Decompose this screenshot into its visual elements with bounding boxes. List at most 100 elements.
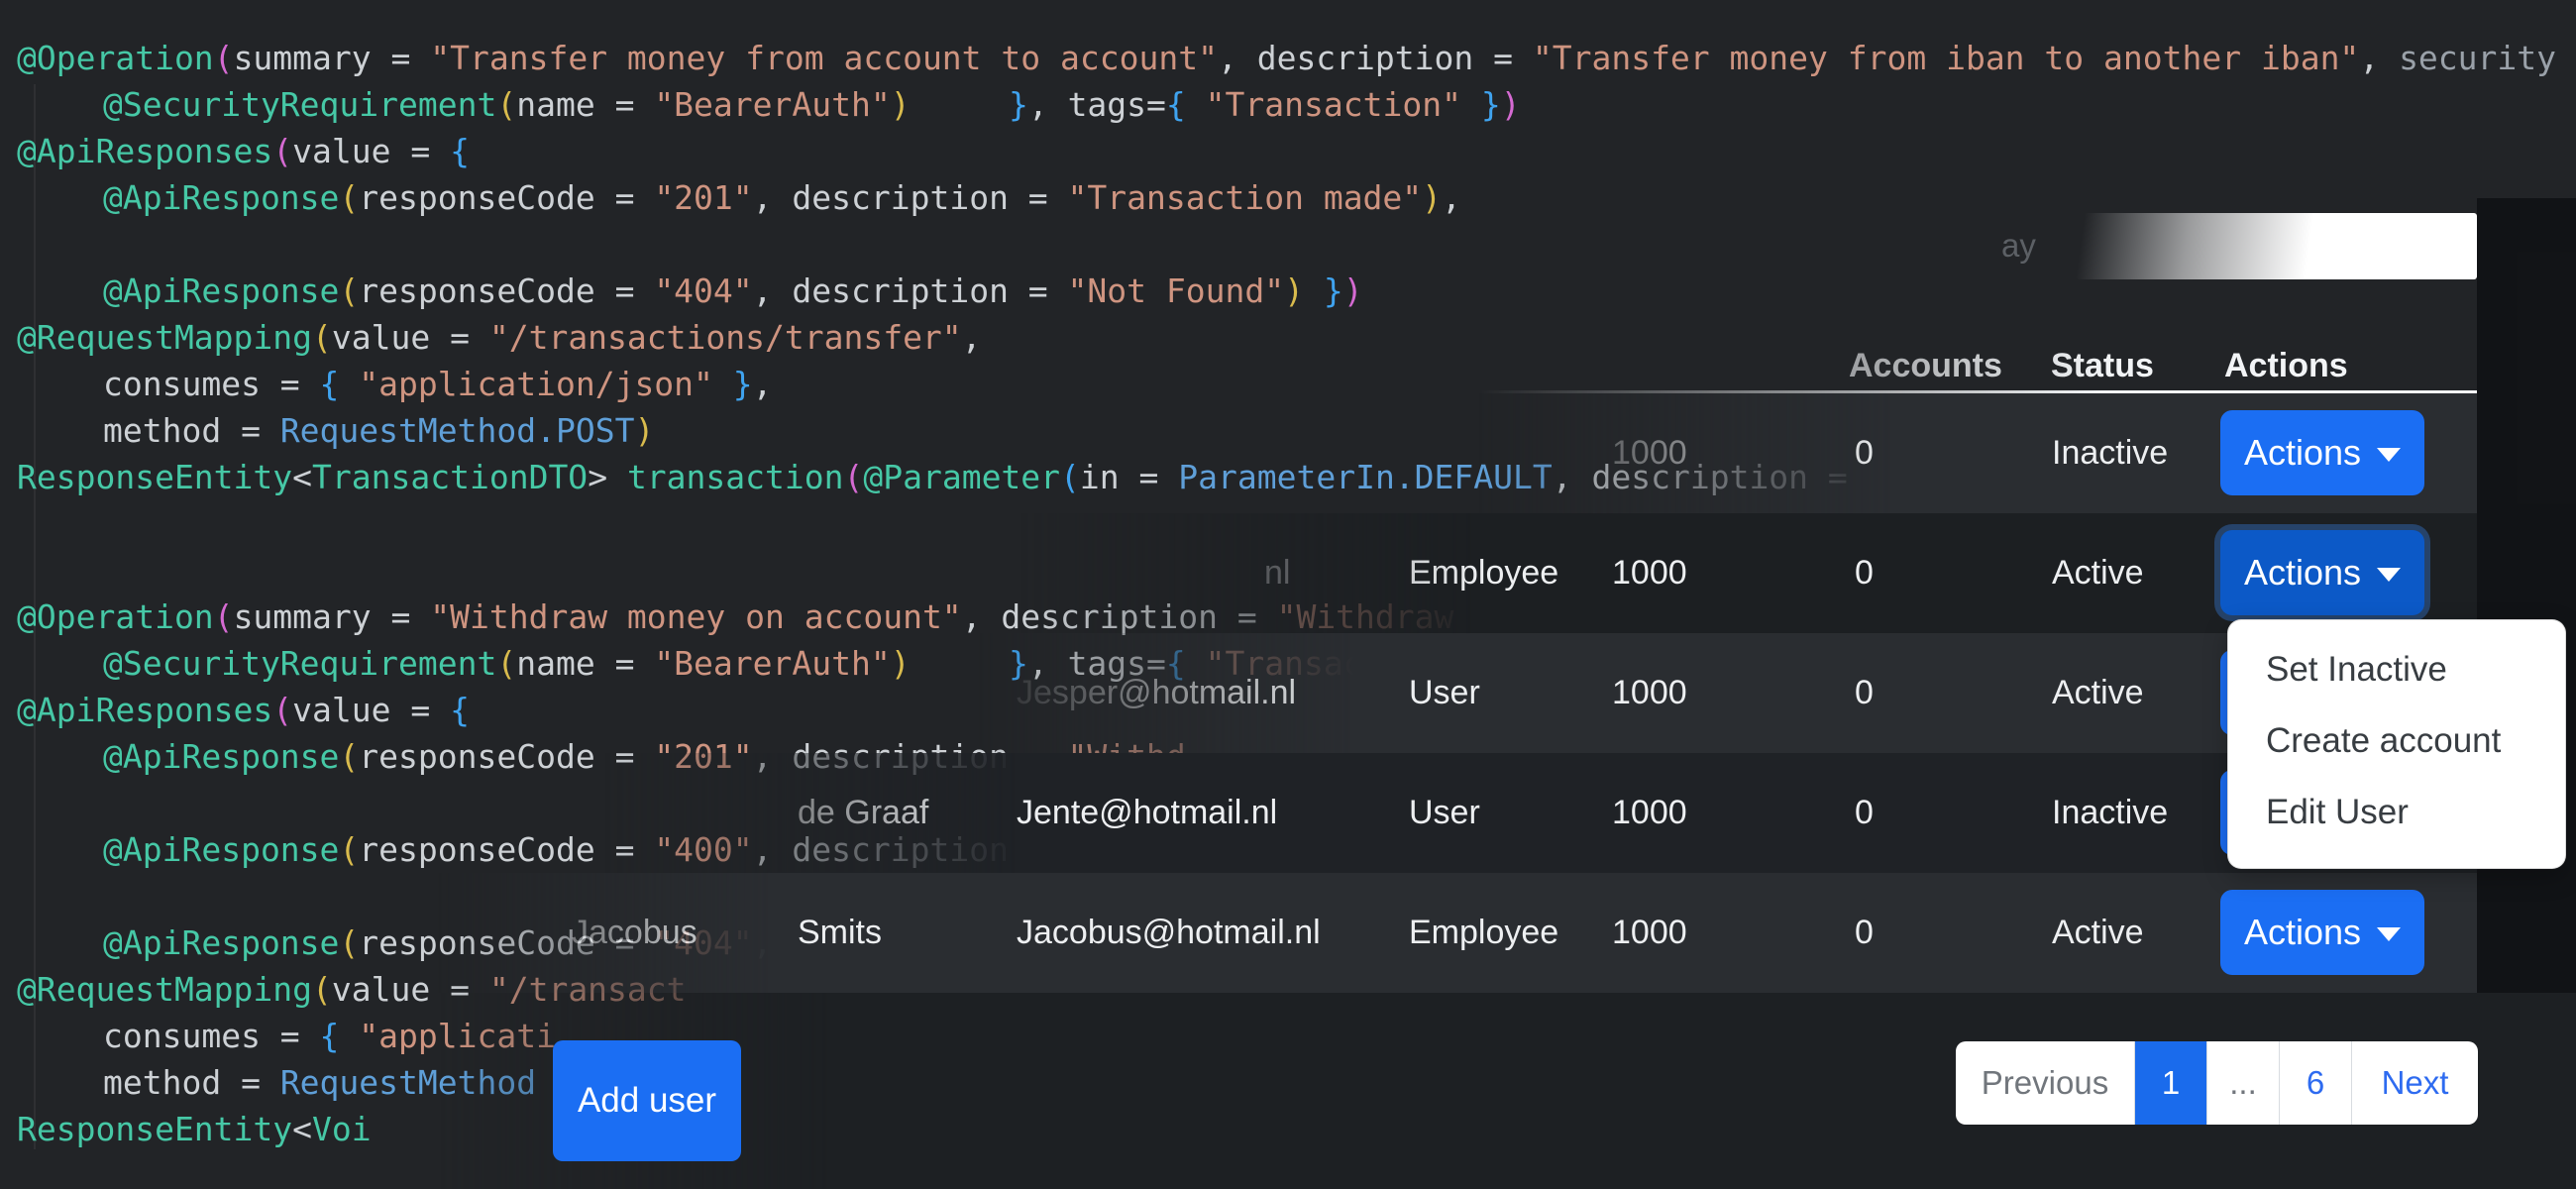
page-prev[interactable]: Previous [1956, 1041, 2135, 1125]
code-token: } [1008, 85, 1028, 124]
code-token: ) [890, 85, 911, 124]
actions-button-row-5[interactable]: Actions [2220, 890, 2424, 975]
code-token: value = [292, 132, 451, 170]
code-token: consumes = [103, 1017, 320, 1055]
code-token: } [1323, 271, 1343, 310]
add-user-button[interactable]: Add user [553, 1040, 741, 1161]
code-token: { [450, 132, 470, 170]
actions-button-label: Actions [2243, 912, 2362, 952]
code-token: ( [496, 85, 517, 124]
code-token: "Transaction" [1205, 85, 1461, 124]
cell-first-name: Jacobus [572, 914, 698, 951]
cell-role: User [1409, 674, 1480, 711]
code-token: name = [516, 85, 655, 124]
cell-limit: 1000 [1612, 434, 1687, 472]
table-row-1: 1000 0 Inactive Actions [396, 393, 2477, 513]
status-badge: Inactive [2052, 794, 2169, 831]
code-token: ( [312, 318, 332, 357]
cell-limit: 1000 [1612, 554, 1687, 592]
code-token: { [319, 365, 340, 403]
actions-button-label: Actions [2243, 432, 2362, 473]
code-token: ( [339, 737, 360, 776]
cell-accounts: 0 [1855, 434, 1874, 472]
table-row-2: nl Employee 1000 0 Active Actions [396, 513, 2477, 633]
screen: @Operation(summary = "Transfer money fro… [0, 0, 2576, 1189]
table-rows: 1000 0 Inactive Actions nl Employee 1000 0 Activ… [396, 393, 2477, 993]
code-token: ( [339, 271, 360, 310]
code-token: @SecurityRequirement [103, 85, 497, 124]
code-token: method = [103, 411, 280, 450]
cell-email: Jacobus@hotmail.nl [1017, 914, 1321, 951]
cell-email-fragment: nl [1264, 554, 1291, 592]
search-field[interactable] [2077, 213, 2477, 279]
status-badge: Inactive [2052, 434, 2169, 472]
code-token: "BearerAuth" [654, 85, 891, 124]
actions-button-label: Actions [2243, 552, 2362, 593]
table-header: Accounts Status Actions [396, 341, 2477, 393]
table-row-5: Jacobus Smits Jacobus@hotmail.nl Employee 10… [396, 873, 2477, 993]
code-token: "Not Found" [1067, 271, 1285, 310]
cell-email: Jesper@hotmail.nl [1017, 674, 1297, 711]
cell-accounts: 0 [1855, 674, 1874, 711]
pagination: Previous 1... 6 Next [1956, 1041, 2478, 1125]
actions-button-row-1[interactable]: Actions [2220, 410, 2424, 495]
code-token: @ApiResponse [103, 830, 340, 869]
code-token: ) [1500, 85, 1521, 124]
code-token: @ApiResponses [17, 691, 273, 729]
code-token: ( [213, 39, 234, 77]
menu-item-set-inactive[interactable]: Set Inactive [2228, 634, 2565, 705]
code-token: responseCode = [359, 178, 655, 217]
code-token: "Transfer money from account to account" [430, 39, 1218, 77]
code-token: "201" [654, 178, 753, 217]
code-token: Voi [312, 1110, 372, 1148]
actions-button-row-2[interactable]: Actions [2220, 530, 2424, 615]
code-token: security [2399, 39, 2557, 77]
code-token: consumes = [103, 365, 320, 403]
menu-item-create-account[interactable]: Create account [2228, 705, 2565, 777]
code-token: summary = [233, 39, 431, 77]
code-token: @RequestMapping [17, 970, 313, 1009]
cell-role: Employee [1409, 554, 1559, 592]
code-token: @ApiResponse [103, 923, 340, 962]
caret-down-icon [2377, 568, 2402, 582]
code-token: @ApiResponse [103, 178, 340, 217]
caret-down-icon [2377, 927, 2402, 941]
code-token: ResponseEntity [17, 458, 293, 496]
caret-down-icon [2377, 448, 2402, 462]
code-token: ResponseEntity [17, 1110, 293, 1148]
code-token: ( [312, 970, 332, 1009]
cell-accounts: 0 [1855, 914, 1874, 951]
page-1[interactable]: 1 [2135, 1041, 2207, 1125]
header-cell-accounts: Accounts [1849, 347, 2002, 384]
code-token: < [292, 1110, 313, 1148]
code-line-2: @SecurityRequirement(name = "BearerAuth"… [17, 81, 2556, 128]
page-next[interactable]: Next [2352, 1041, 2478, 1125]
code-token: @ApiResponse [103, 737, 340, 776]
code-line-1: @Operation(summary = "Transfer money fro… [17, 35, 2556, 81]
cell-limit: 1000 [1612, 914, 1687, 951]
status-badge: Active [2052, 554, 2144, 592]
code-token: @ApiResponses [17, 132, 273, 170]
code-token: ( [272, 132, 293, 170]
code-token: ) [1342, 271, 1363, 310]
user-table: Accounts Status Actions 1000 0 Inactive Actio… [396, 341, 2477, 993]
code-token: ) [1422, 178, 1443, 217]
cell-email: Jente@hotmail.nl [1017, 794, 1278, 831]
page-6[interactable]: 6 [2280, 1041, 2352, 1125]
cell-accounts: 0 [1855, 794, 1874, 831]
code-token: "Transaction made" [1067, 178, 1423, 217]
status-badge: Active [2052, 674, 2144, 711]
menu-item-edit-user[interactable]: Edit User [2228, 777, 2565, 848]
header-cell-actions: Actions [2224, 347, 2348, 384]
code-token: { [1165, 85, 1186, 124]
code-token: , description = [1217, 39, 1533, 77]
header-cell-status: Status [2051, 347, 2154, 384]
code-token: < [292, 458, 313, 496]
code-line-3: @ApiResponses(value = { [17, 128, 2556, 174]
table-row-4: de Graaf Jente@hotmail.nl User 1000 0 Inactiv… [396, 753, 2477, 873]
